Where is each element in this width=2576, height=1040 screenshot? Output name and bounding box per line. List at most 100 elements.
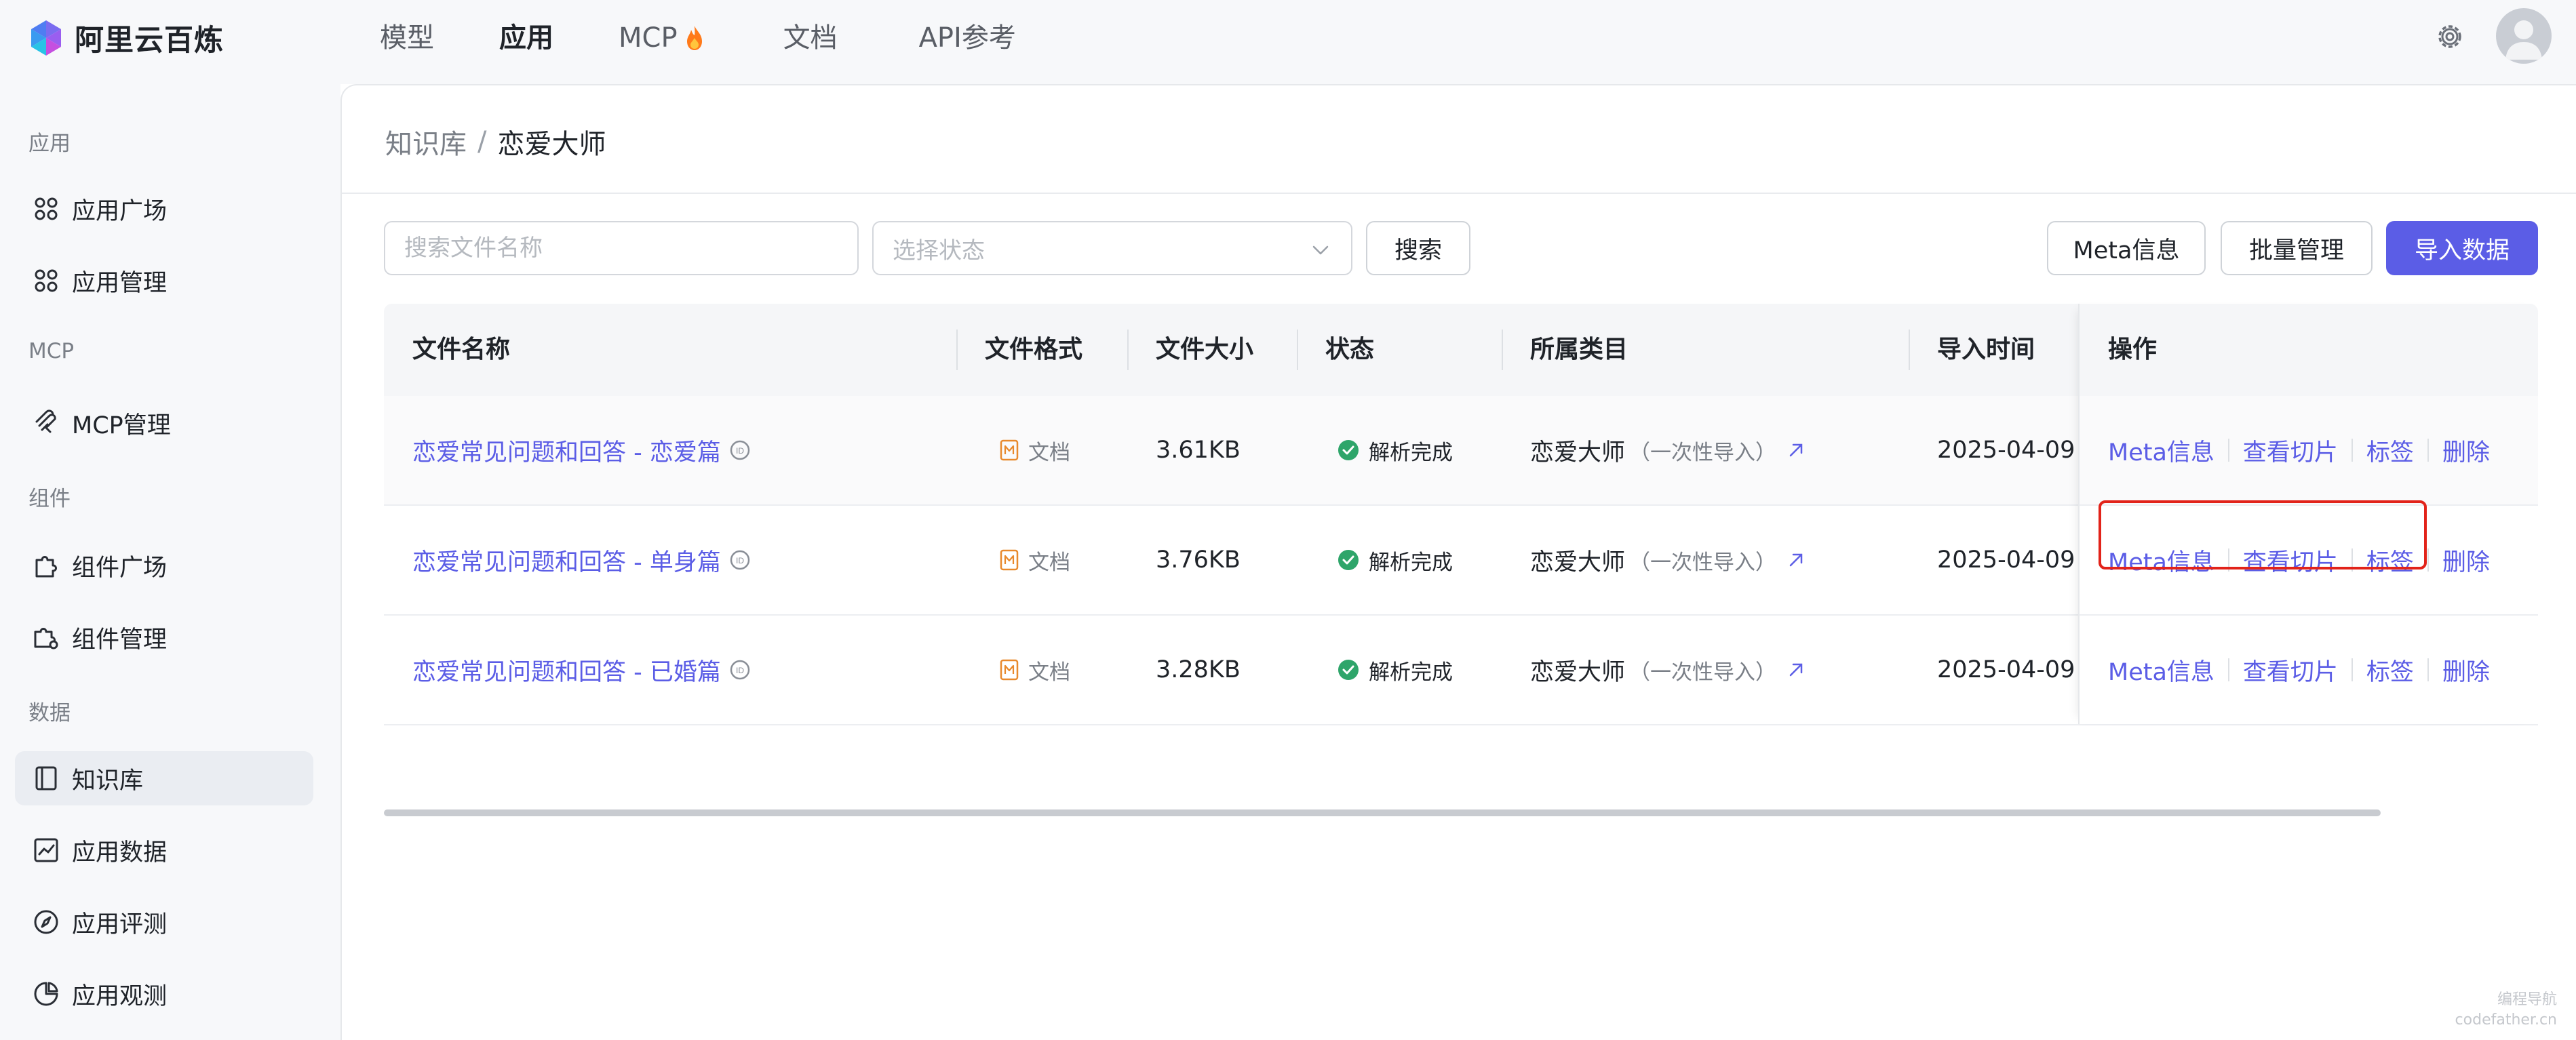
category-name: 恋爱大师 bbox=[1530, 439, 1626, 466]
header-divider bbox=[342, 193, 2576, 194]
op-view-chunks-link[interactable]: 查看切片 bbox=[2243, 433, 2338, 468]
import-time: 2025-04-09 bbox=[1937, 656, 2075, 683]
file-name-link[interactable]: 恋爱常见问题和回答 - 已婚篇 bbox=[412, 653, 721, 687]
header-file-format: 文件格式 bbox=[985, 336, 1083, 363]
breadcrumb-separator: / bbox=[477, 126, 487, 157]
header-category: 所属类目 bbox=[1530, 336, 1628, 363]
id-icon[interactable]: ID bbox=[729, 549, 751, 571]
sidebar-group-components: 组件 bbox=[28, 487, 71, 511]
op-meta-info-link[interactable]: Meta信息 bbox=[2108, 543, 2214, 578]
nav-mcp-label: MCP bbox=[619, 22, 678, 54]
markdown-file-icon bbox=[1000, 659, 1019, 681]
op-view-chunks-link[interactable]: 查看切片 bbox=[2243, 653, 2338, 687]
markdown-file-icon bbox=[1000, 439, 1019, 461]
op-tags-link[interactable]: 标签 bbox=[2366, 543, 2414, 578]
op-tags-link[interactable]: 标签 bbox=[2366, 653, 2414, 687]
sidebar-item-app-observe[interactable]: 应用观测 bbox=[15, 967, 313, 1021]
op-meta-info-link[interactable]: Meta信息 bbox=[2108, 653, 2214, 687]
svg-text:ID: ID bbox=[736, 666, 744, 675]
breadcrumb-current: 恋爱大师 bbox=[497, 129, 606, 160]
nav-models[interactable]: 模型 bbox=[380, 19, 434, 57]
check-circle-icon bbox=[1338, 550, 1359, 570]
nav-api-reference[interactable]: API参考 bbox=[919, 19, 1016, 57]
sidebar-item-app-square[interactable]: 应用广场 bbox=[15, 182, 313, 236]
nav-docs[interactable]: 文档 bbox=[783, 19, 838, 57]
sidebar-item-mcp-manage[interactable]: MCP管理 bbox=[15, 396, 313, 450]
settings-gear-icon[interactable] bbox=[2432, 19, 2467, 54]
meta-info-button[interactable]: Meta信息 bbox=[2047, 221, 2206, 275]
category-note: （一次性导入） bbox=[1629, 550, 1777, 575]
check-circle-icon bbox=[1338, 440, 1359, 460]
external-link-arrow-icon[interactable] bbox=[1786, 660, 1806, 680]
sidebar-item-label: 应用评测 bbox=[72, 911, 168, 938]
file-size: 3.76KB bbox=[1156, 546, 1241, 574]
external-link-arrow-icon[interactable] bbox=[1786, 440, 1806, 460]
nav-apps[interactable]: 应用 bbox=[499, 19, 553, 57]
sidebar-group-apps: 应用 bbox=[28, 132, 71, 156]
sidebar-item-app-eval[interactable]: 应用评测 bbox=[15, 895, 313, 949]
watermark-line1: 编程导航 bbox=[2497, 991, 2557, 1008]
top-nav: 模型 应用 MCP 文档 API参考 bbox=[380, 19, 1016, 57]
user-avatar-icon bbox=[2505, 20, 2542, 60]
sidebar-item-app-manage[interactable]: 应用管理 bbox=[15, 254, 313, 308]
search-button[interactable]: 搜索 bbox=[1366, 221, 1470, 275]
id-icon[interactable]: ID bbox=[729, 439, 751, 461]
file-name-link[interactable]: 恋爱常见问题和回答 - 单身篇 bbox=[412, 543, 721, 578]
op-divider bbox=[2351, 658, 2353, 681]
puzzle-icon bbox=[35, 556, 57, 578]
op-divider bbox=[2427, 658, 2429, 681]
svg-text:ID: ID bbox=[736, 446, 744, 456]
op-tags-link[interactable]: 标签 bbox=[2366, 433, 2414, 468]
sidebar-item-label: 组件管理 bbox=[72, 626, 168, 654]
compass-icon bbox=[34, 910, 58, 934]
category-name: 恋爱大师 bbox=[1530, 548, 1626, 576]
pie-chart-icon bbox=[34, 982, 58, 1006]
horizontal-scrollbar[interactable] bbox=[384, 809, 2381, 816]
top-bar: 阿里云百炼 模型 应用 MCP 文档 API参考 bbox=[0, 0, 2576, 84]
category-note: （一次性导入） bbox=[1629, 440, 1777, 465]
file-size: 3.61KB bbox=[1156, 437, 1241, 464]
sidebar-item-label: 应用广场 bbox=[72, 197, 168, 225]
op-view-chunks-link[interactable]: 查看切片 bbox=[2243, 543, 2338, 578]
file-search-input[interactable] bbox=[384, 221, 859, 275]
header-separator bbox=[1297, 329, 1298, 370]
id-icon[interactable]: ID bbox=[729, 659, 751, 681]
import-time: 2025-04-09 bbox=[1937, 546, 2075, 574]
file-format: 文档 bbox=[1028, 550, 1070, 575]
op-delete-link[interactable]: 删除 bbox=[2442, 653, 2490, 687]
header-status: 状态 bbox=[1325, 336, 1375, 363]
sidebar-item-knowledge-base[interactable]: 知识库 bbox=[15, 751, 313, 805]
brand[interactable]: 阿里云百炼 bbox=[27, 18, 224, 58]
op-divider bbox=[2427, 548, 2429, 572]
op-divider bbox=[2427, 439, 2429, 462]
user-avatar[interactable] bbox=[2496, 8, 2552, 64]
fire-icon bbox=[686, 26, 702, 50]
sidebar: 应用 应用广场 应用管理 MCP MCP管理 组件 组件广场 组件管理 数据 知… bbox=[0, 84, 340, 1040]
status-badge: 解析完成 bbox=[1369, 550, 1453, 575]
file-name-link[interactable]: 恋爱常见问题和回答 - 恋爱篇 bbox=[412, 433, 721, 468]
status-select-placeholder: 选择状态 bbox=[893, 237, 985, 264]
header-separator bbox=[1909, 329, 1910, 370]
external-link-arrow-icon[interactable] bbox=[1786, 550, 1806, 570]
op-delete-link[interactable]: 删除 bbox=[2442, 543, 2490, 578]
main-panel: 知识库 / 恋爱大师 选择状态 搜索 Meta信息 批量管理 导入数据 文件名称… bbox=[340, 84, 2576, 1040]
op-delete-link[interactable]: 删除 bbox=[2442, 433, 2490, 468]
sidebar-item-component-square[interactable]: 组件广场 bbox=[15, 538, 313, 593]
category-name: 恋爱大师 bbox=[1530, 658, 1626, 686]
op-meta-info-link[interactable]: Meta信息 bbox=[2108, 433, 2214, 468]
nav-mcp[interactable]: MCP bbox=[619, 19, 705, 57]
grid-icon bbox=[35, 197, 58, 220]
sidebar-item-component-manage[interactable]: 组件管理 bbox=[15, 610, 313, 664]
import-time: 2025-04-09 bbox=[1937, 437, 2075, 464]
sidebar-group-mcp: MCP bbox=[28, 339, 75, 363]
op-divider bbox=[2227, 548, 2229, 572]
category-note: （一次性导入） bbox=[1629, 660, 1777, 685]
op-divider bbox=[2351, 439, 2353, 462]
watermark-line2: codefather.cn bbox=[2455, 1012, 2557, 1028]
import-data-button[interactable]: 导入数据 bbox=[2386, 221, 2538, 275]
breadcrumb-knowledge-base[interactable]: 知识库 bbox=[385, 122, 467, 161]
sidebar-item-app-data[interactable]: 应用数据 bbox=[15, 823, 313, 877]
status-select[interactable]: 选择状态 bbox=[872, 221, 1352, 275]
batch-manage-button[interactable]: 批量管理 bbox=[2221, 221, 2373, 275]
header-file-size: 文件大小 bbox=[1156, 336, 1254, 363]
